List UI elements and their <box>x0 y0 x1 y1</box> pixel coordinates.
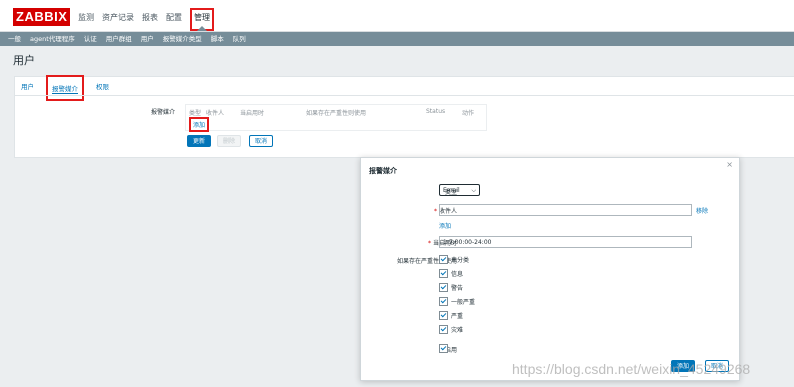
col-severity: 如果存在严重性则使用 <box>306 110 367 117</box>
sub-nav: 一般 agent代理程序 认证 用户群组 用户 报警媒介类型 脚本 队列 <box>0 32 794 46</box>
tab-media[interactable]: 报警媒介 <box>46 75 84 101</box>
remove-recipient-link[interactable]: 移除 <box>696 206 708 215</box>
tab-divider <box>15 95 794 96</box>
col-type: 类型 <box>189 110 202 117</box>
nav-configuration[interactable]: 配置 <box>166 12 182 31</box>
top-header: ZABBIX 监测 资产记录 报表 配置 管理 <box>0 0 794 32</box>
col-recipient: 收件人 <box>206 110 225 117</box>
recipient-input[interactable] <box>439 204 692 216</box>
add-media-link[interactable]: 添加 <box>189 117 210 132</box>
when-active-input[interactable]: 1-7,00:00-24:00 <box>439 236 692 248</box>
close-icon[interactable]: × <box>726 160 733 169</box>
nav-inventory[interactable]: 资产记录 <box>102 12 134 31</box>
chevron-down-icon: ⌵ <box>471 187 476 194</box>
severity-label-text: 严重 <box>451 313 464 320</box>
nav-reports[interactable]: 报表 <box>142 12 158 31</box>
media-dialog: 报警媒介 × 类型 Email ⌵ * 收件人 移除 添加 * 当启用时 1-7,0… <box>360 157 740 381</box>
page-title: 用户 <box>13 54 35 67</box>
update-button[interactable]: 更新 <box>187 135 212 147</box>
severity-label-text: 未分类 <box>451 257 470 264</box>
enabled-checkbox[interactable] <box>439 344 448 353</box>
zabbix-logo[interactable]: ZABBIX <box>13 8 71 26</box>
col-action: 动作 <box>462 110 475 117</box>
subnav-user-groups[interactable]: 用户群组 <box>106 32 132 46</box>
cancel-button[interactable]: 取消 <box>249 135 274 147</box>
checkbox-checked-icon <box>439 255 448 264</box>
media-table: 类型 收件人 当启用时 如果存在严重性则使用 Status 动作 添加 <box>185 104 487 132</box>
media-label: 报警媒介 <box>151 109 176 116</box>
severity-label-text: 警告 <box>451 285 464 292</box>
checkbox-checked-icon <box>439 325 448 334</box>
severity-average[interactable]: 一般严重 <box>439 297 475 306</box>
checkbox-checked-icon <box>439 297 448 306</box>
main-nav: 监测 资产记录 报表 配置 管理 <box>78 8 214 31</box>
nav-administration[interactable]: 管理 <box>190 8 214 31</box>
severity-warning[interactable]: 警告 <box>439 283 463 292</box>
subnav-proxies[interactable]: agent代理程序 <box>30 32 75 46</box>
subnav-users[interactable]: 用户 <box>141 32 154 46</box>
checkbox-checked-icon <box>439 269 448 278</box>
severity-disaster[interactable]: 灾难 <box>439 325 463 334</box>
type-select-value: Email <box>443 187 460 194</box>
severity-information[interactable]: 信息 <box>439 269 463 278</box>
delete-button: 删除 <box>217 135 242 147</box>
col-status: Status <box>426 108 446 115</box>
checkbox-checked-icon <box>439 283 448 292</box>
subnav-queue[interactable]: 队列 <box>233 32 246 46</box>
col-when-active: 当启用时 <box>240 110 265 117</box>
dialog-title: 报警媒介 <box>369 167 397 175</box>
tab-media-label: 报警媒介 <box>52 85 78 94</box>
subnav-general[interactable]: 一般 <box>8 32 21 46</box>
severity-label-text: 信息 <box>451 271 464 278</box>
user-form-panel: 用户 报警媒介 权限 报警媒介 类型 收件人 当启用时 如果存在严重性则使用 S… <box>14 75 794 158</box>
tab-permissions[interactable]: 权限 <box>96 81 109 101</box>
subnav-media-types[interactable]: 报警媒介类型 <box>163 32 202 46</box>
subnav-authentication[interactable]: 认证 <box>84 32 97 46</box>
nav-monitoring[interactable]: 监测 <box>78 12 94 31</box>
watermark: https://blog.csdn.net/weixin_45249268 <box>512 361 751 377</box>
subnav-scripts[interactable]: 脚本 <box>211 32 224 46</box>
tab-user[interactable]: 用户 <box>21 81 34 101</box>
type-select[interactable]: Email ⌵ <box>439 184 480 196</box>
severity-not-classified[interactable]: 未分类 <box>439 255 469 264</box>
severity-label-text: 灾难 <box>451 327 464 334</box>
checkbox-checked-icon <box>439 344 448 353</box>
form-tabs: 用户 报警媒介 权限 <box>21 75 109 101</box>
add-recipient-link[interactable]: 添加 <box>439 221 451 230</box>
severity-high[interactable]: 严重 <box>439 311 463 320</box>
checkbox-checked-icon <box>439 311 448 320</box>
severity-label-text: 一般严重 <box>451 299 476 306</box>
